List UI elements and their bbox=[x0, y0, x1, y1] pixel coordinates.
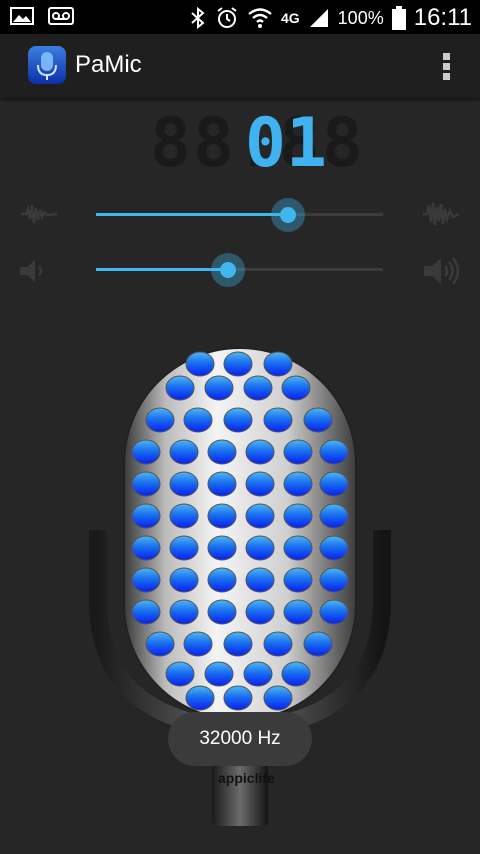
mic-grille-hole bbox=[245, 535, 275, 561]
mic-grille-hole bbox=[303, 631, 333, 657]
app-logo-icon bbox=[28, 46, 66, 84]
level-display: 88.88 01 bbox=[150, 104, 363, 183]
app-title: PaMic bbox=[75, 51, 142, 78]
mic-grille-hole bbox=[245, 439, 275, 465]
mic-grille-hole bbox=[319, 471, 349, 497]
mic-grille-hole bbox=[283, 535, 313, 561]
clock: 16:11 bbox=[413, 4, 472, 31]
mic-grille-hole bbox=[204, 661, 234, 687]
volume-slider-thumb[interactable] bbox=[211, 253, 246, 287]
bluetooth-icon bbox=[191, 6, 205, 30]
mic-grille-hole bbox=[207, 599, 237, 625]
mic-grille-hole bbox=[207, 567, 237, 593]
waveform-low-icon bbox=[21, 204, 58, 224]
mic-grille-hole bbox=[283, 599, 313, 625]
level-value: 01 bbox=[245, 104, 327, 183]
mic-grille-hole bbox=[223, 685, 253, 711]
mic-grille-hole bbox=[207, 503, 237, 529]
mic-grille-hole bbox=[223, 631, 253, 657]
mic-grille-hole bbox=[281, 661, 311, 687]
mic-grille-hole bbox=[207, 471, 237, 497]
more-vert-icon bbox=[443, 53, 450, 80]
volume-fill bbox=[96, 268, 229, 271]
mic-grille-hole bbox=[319, 439, 349, 465]
sensitivity-slider-thumb[interactable] bbox=[271, 198, 306, 232]
mic-grille-hole bbox=[243, 375, 273, 401]
mic-grille-hole bbox=[243, 661, 273, 687]
mic-grille-hole bbox=[169, 503, 199, 529]
app-bar: PaMic bbox=[0, 34, 480, 98]
mic-grille-hole bbox=[131, 471, 161, 497]
mic-grille-hole bbox=[204, 375, 234, 401]
mic-grille-hole bbox=[245, 471, 275, 497]
sensitivity-fill bbox=[96, 213, 289, 216]
mic-grille-hole bbox=[223, 351, 253, 377]
mic-grille-hole bbox=[169, 535, 199, 561]
battery-percent: 100% bbox=[337, 7, 384, 28]
mic-grille-hole bbox=[185, 351, 215, 377]
mic-grille-hole bbox=[283, 503, 313, 529]
mic-grille-hole bbox=[319, 503, 349, 529]
mic-grille-hole bbox=[283, 471, 313, 497]
mic-grille-hole bbox=[207, 439, 237, 465]
wifi-icon bbox=[248, 8, 272, 28]
mic-grille-hole bbox=[263, 685, 293, 711]
mic-grille-hole bbox=[131, 503, 161, 529]
voicemail-icon bbox=[48, 7, 74, 25]
mic-grille-hole bbox=[145, 407, 175, 433]
alarm-icon bbox=[217, 7, 237, 28]
mic-grille-hole bbox=[169, 599, 199, 625]
mic-grille-hole bbox=[319, 567, 349, 593]
mic-grille-hole bbox=[263, 407, 293, 433]
status-bar: 4G 100% 16:11 bbox=[0, 0, 480, 34]
mic-grille-hole bbox=[165, 375, 195, 401]
mic-grille-hole bbox=[207, 535, 237, 561]
sample-rate-label: 32000 Hz bbox=[199, 728, 281, 749]
signal-icon bbox=[309, 9, 328, 27]
mic-grille-hole bbox=[169, 439, 199, 465]
mic-grille-hole bbox=[283, 439, 313, 465]
brand-logo: appiclife bbox=[218, 770, 275, 786]
mic-grille-hole bbox=[131, 535, 161, 561]
mic-grille-hole bbox=[131, 439, 161, 465]
mic-grille-hole bbox=[183, 407, 213, 433]
mic-grille-hole bbox=[319, 535, 349, 561]
mic-grille-hole bbox=[131, 599, 161, 625]
mic-grille-hole bbox=[263, 351, 293, 377]
volume-low-icon bbox=[20, 260, 43, 282]
mic-grille-hole bbox=[303, 407, 333, 433]
mic-grille-hole bbox=[281, 375, 311, 401]
mic-grille-hole bbox=[223, 407, 253, 433]
mic-grille-hole bbox=[145, 631, 175, 657]
image-icon bbox=[10, 7, 34, 25]
mic-grille-hole bbox=[131, 567, 161, 593]
overflow-menu-button[interactable] bbox=[442, 52, 452, 82]
mic-grille-hole bbox=[169, 567, 199, 593]
sample-rate-button[interactable]: 32000 Hz bbox=[168, 712, 312, 766]
mic-grille-hole bbox=[263, 631, 293, 657]
waveform-high-icon bbox=[423, 202, 460, 226]
mic-grille-hole bbox=[165, 661, 195, 687]
mic-grille-hole bbox=[283, 567, 313, 593]
network-type: 4G bbox=[280, 10, 300, 26]
mic-grille-hole bbox=[245, 599, 275, 625]
mic-grille-hole bbox=[245, 503, 275, 529]
mic-grille-hole bbox=[245, 567, 275, 593]
mic-grille-hole bbox=[185, 685, 215, 711]
mic-grille-hole bbox=[183, 631, 213, 657]
mic-grille-hole bbox=[319, 599, 349, 625]
mic-grille-hole bbox=[169, 471, 199, 497]
volume-high-icon bbox=[424, 257, 460, 285]
battery-icon bbox=[391, 6, 406, 30]
